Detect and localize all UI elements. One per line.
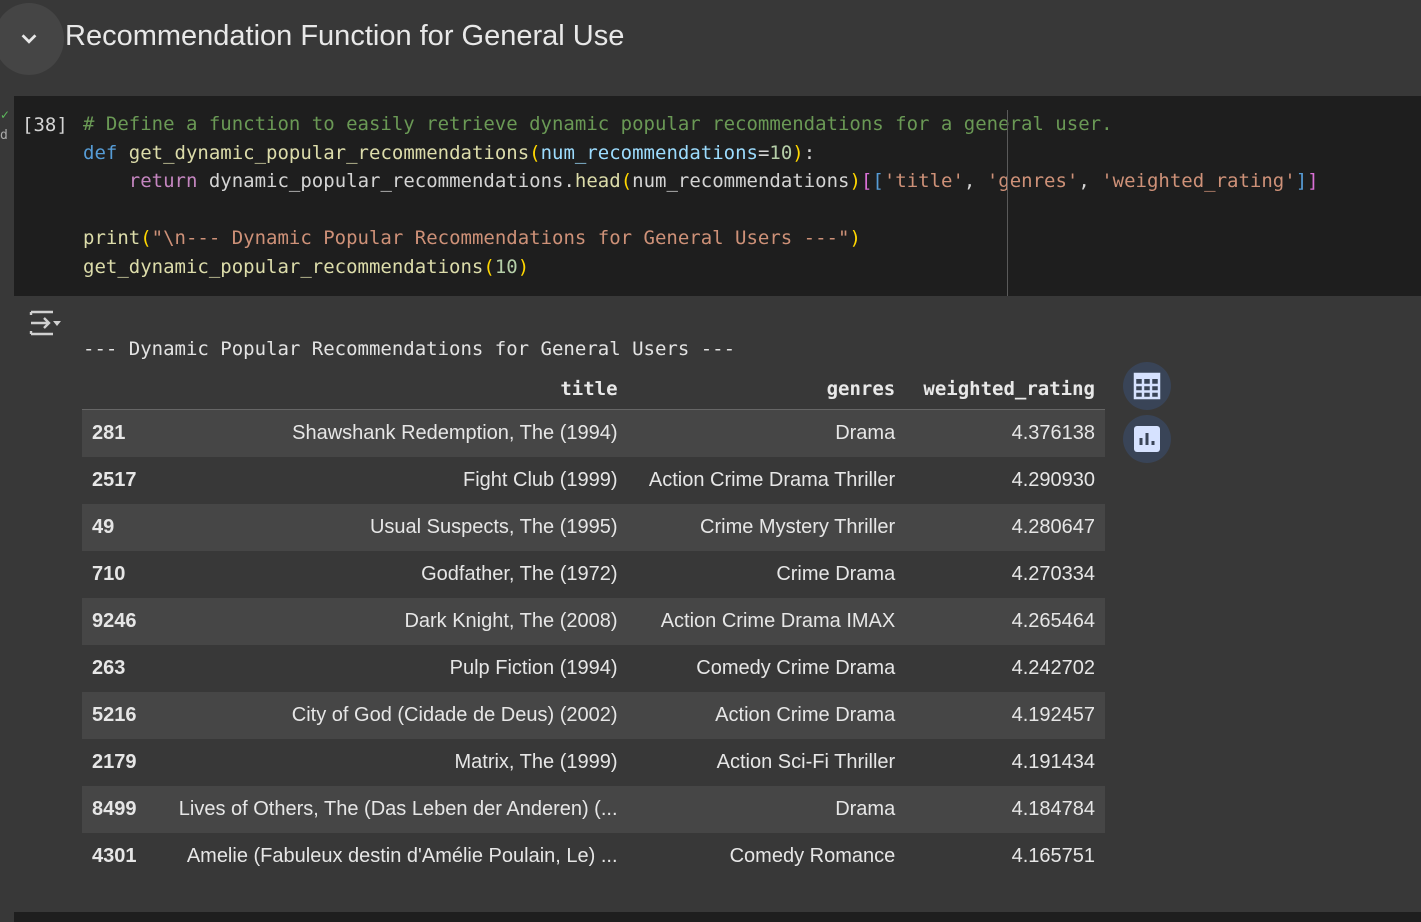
row-rating: 4.242702: [1011, 657, 1095, 679]
table-row: 2517 Fight Club (1999) Action Crime Drama …: [82, 457, 1105, 504]
row-genres: Action Sci-Fi Thriller: [716, 751, 896, 773]
code-func: get_dynamic_popular_recommendations: [128, 141, 530, 164]
row-index: 5216: [82, 692, 150, 739]
row-index: 9246: [82, 598, 150, 645]
column-ruler: [1007, 110, 1008, 296]
table-row: 8499 Lives of Others, The (Das Leben der …: [82, 786, 1105, 833]
row-rating: 4.184784: [905, 786, 1105, 833]
bar-chart-icon: [1134, 426, 1160, 452]
code-print: print: [83, 227, 141, 250]
row-title: Pulp Fiction (1994): [449, 657, 618, 679]
row-title: Usual Suspects, The (1995): [149, 504, 628, 551]
cell-status-text: d: [0, 128, 8, 143]
row-index: 2517: [92, 469, 137, 491]
row-title: City of God (Cidade de Deus) (2002): [149, 692, 628, 739]
code-str: 'weighted_rating': [1101, 170, 1296, 193]
row-title: Godfather, The (1972): [421, 563, 618, 585]
run-success-icon: ✓: [0, 108, 11, 122]
row-rating: 4.191434: [1011, 751, 1095, 773]
code-keyword: def: [83, 141, 118, 164]
suggest-charts-button[interactable]: [1123, 415, 1171, 463]
table-icon: [1133, 372, 1161, 400]
row-genres: Comedy Romance: [729, 845, 896, 867]
code-method: head: [574, 170, 621, 193]
row-genres: Comedy Crime Drama: [696, 657, 896, 679]
row-index: 2179: [92, 751, 137, 773]
table-row: 9246 Dark Knight, The (2008) Action Crime …: [82, 598, 1105, 645]
table-row: 281 Shawshank Redemption, The (1994) Drama…: [82, 409, 1105, 457]
row-title: Amelie (Fabuleux destin d'Amélie Poulain…: [186, 845, 618, 867]
row-genres: Action Crime Drama: [627, 692, 906, 739]
row-title: Fight Club (1999): [462, 469, 618, 491]
row-index: 4301: [92, 845, 137, 867]
code-arg: 10: [494, 255, 518, 278]
row-title: Dark Knight, The (2008): [149, 598, 628, 645]
table-row: 4301 Amelie (Fabuleux destin d'Amélie Pou…: [82, 833, 1105, 880]
row-title: Lives of Others, The (Das Leben der Ande…: [149, 786, 628, 833]
row-index: 8499: [82, 786, 150, 833]
code-default: 10: [769, 141, 793, 164]
section-title: Recommendation Function for General Use: [65, 20, 625, 52]
code-func: get_dynamic_popular_recommendations: [83, 255, 484, 278]
table-row: 710 Godfather, The (1972) Crime Drama 4.270…: [82, 551, 1105, 598]
section-header: Recommendation Function for General Use: [0, 0, 1421, 78]
row-rating: 4.192457: [905, 692, 1105, 739]
row-title: Matrix, The (1999): [454, 751, 618, 773]
row-genres: Action Crime Drama Thriller: [648, 469, 896, 491]
column-header-index: [82, 368, 150, 410]
code-param: num_recommendations: [540, 141, 758, 164]
printed-output: --- Dynamic Popular Recommendations for …: [83, 338, 736, 360]
row-genres: Action Crime Drama IMAX: [627, 598, 906, 645]
code-str: 'title': [883, 170, 964, 193]
table-row: 263 Pulp Fiction (1994) Comedy Crime Drama…: [82, 645, 1105, 692]
column-header-title: title: [149, 368, 628, 410]
table-row: 49 Usual Suspects, The (1995) Crime Myster…: [82, 504, 1105, 551]
row-genres: Drama: [627, 786, 906, 833]
code-cell-editor[interactable]: # Define a function to easily retrieve d…: [14, 96, 1421, 296]
row-genres: Drama: [627, 409, 906, 457]
row-title: Shawshank Redemption, The (1994): [149, 409, 628, 457]
code-comment: # Define a function to easily retrieve d…: [83, 113, 1113, 135]
row-rating: 4.165751: [1011, 845, 1095, 867]
code-return: return: [128, 170, 198, 193]
row-genres: Crime Mystery Thriller: [627, 504, 906, 551]
convert-to-interactive-table-button[interactable]: [1123, 362, 1171, 410]
collapse-section-button[interactable]: [0, 3, 64, 75]
code-obj: dynamic_popular_recommendations: [208, 170, 564, 193]
row-index: 710: [92, 563, 126, 585]
row-genres: Crime Drama: [776, 563, 896, 585]
row-index: 281: [82, 409, 150, 457]
table-row: 5216 City of God (Cidade de Deus) (2002) A…: [82, 692, 1105, 739]
row-index: 263: [92, 657, 126, 679]
code-str: 'genres': [986, 170, 1079, 193]
dataframe-table: title genres weighted_rating 281 Shawshan…: [82, 368, 1105, 880]
output-actions-icon[interactable]: [28, 309, 62, 342]
row-rating: 4.376138: [905, 409, 1105, 457]
row-rating: 4.265464: [905, 598, 1105, 645]
row-rating: 4.270334: [1011, 563, 1095, 585]
chevron-down-icon: [21, 34, 37, 44]
row-rating: 4.280647: [905, 504, 1105, 551]
column-header-genres: genres: [627, 368, 906, 410]
row-rating: 4.290930: [1011, 469, 1095, 491]
column-header-rating: weighted_rating: [905, 368, 1105, 410]
table-row: 2179 Matrix, The (1999) Action Sci-Fi Thri…: [82, 739, 1105, 786]
next-cell: [14, 912, 1421, 922]
execution-count: [38]: [22, 114, 68, 136]
row-index: 49: [82, 504, 150, 551]
code-str: "\n--- Dynamic Popular Recommendations f…: [151, 227, 850, 250]
